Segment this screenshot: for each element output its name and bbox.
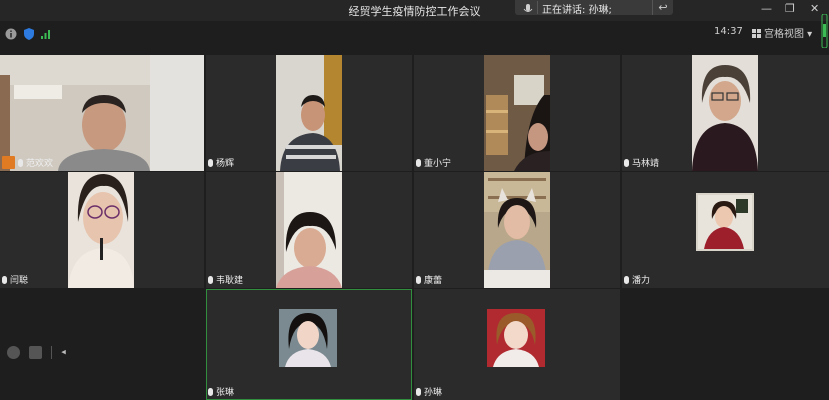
participant-tile[interactable]: 康蕾 (414, 172, 620, 288)
speaking-label: 正在讲话: 孙琳; (542, 5, 612, 16)
collapse-arrow-icon[interactable]: ◂ (61, 348, 66, 358)
signal-strength-icon[interactable] (40, 25, 52, 39)
video-feed (68, 172, 134, 288)
nameplate: 杨辉 (208, 156, 234, 170)
meeting-toolbar: 14:37 宫格视图 ▾ (0, 21, 829, 43)
collapse-icon[interactable]: ↩ (652, 0, 673, 15)
participant-tile[interactable]: 潘力 (622, 172, 829, 288)
microphone-icon (416, 388, 421, 396)
avatar (487, 309, 545, 367)
microphone-icon (208, 276, 213, 284)
participant-tile[interactable]: 马林靖 (622, 55, 829, 171)
nameplate: 康蕾 (416, 273, 442, 287)
microphone-muted-icon (2, 276, 7, 284)
participant-name: 范欢欢 (26, 159, 54, 169)
participant-tile[interactable]: 韦耿建 (206, 172, 412, 288)
meeting-clock: 14:37 (714, 26, 743, 37)
bottom-controls: ◂ (7, 342, 66, 361)
security-shield-icon[interactable] (23, 25, 35, 40)
gridview-label: 宫格视图 (764, 29, 804, 40)
participant-tile[interactable]: 范欢欢 (0, 55, 204, 171)
microphone-icon (208, 159, 213, 167)
close-icon[interactable]: ✕ (810, 2, 819, 15)
title-bar: 经贸学生疫情防控工作会议 正在讲话: 孙琳; ↩ — ❐ ✕ (0, 0, 829, 21)
participant-name: 闫聪 (10, 276, 29, 286)
scrollbar[interactable] (820, 13, 829, 49)
participant-name: 韦耿建 (216, 276, 244, 286)
nameplate: 马林靖 (624, 156, 659, 170)
video-feed (484, 55, 550, 171)
participant-tile[interactable]: 闫聪 (0, 172, 204, 288)
grid-icon (752, 29, 761, 38)
nameplate: 范欢欢 (2, 156, 53, 170)
nameplate: 潘力 (624, 273, 650, 287)
microphone-icon (18, 159, 23, 167)
emoji-icon[interactable] (7, 346, 20, 359)
participant-name: 孙琳 (424, 388, 443, 398)
participant-name: 康蕾 (424, 276, 443, 286)
video-feed (484, 172, 550, 288)
participant-name: 杨辉 (216, 159, 235, 169)
nameplate: 张琳 (208, 385, 234, 399)
video-feed (0, 55, 204, 171)
participant-tile[interactable]: 孙琳 (414, 289, 620, 400)
divider (51, 346, 53, 359)
microphone-muted-icon (416, 276, 421, 284)
participant-tile[interactable]: 张琳 (206, 289, 412, 400)
speaking-indicator: 正在讲话: 孙琳; ↩ (515, 0, 673, 16)
video-feed (692, 55, 758, 171)
video-feed (276, 172, 342, 288)
nameplate: 闫聪 (2, 273, 28, 287)
info-icon[interactable] (5, 25, 17, 40)
participant-name: 董小宁 (424, 159, 452, 169)
microphone-muted-icon (416, 159, 421, 167)
chat-icon[interactable] (29, 346, 43, 359)
microphone-icon (519, 1, 538, 14)
participant-tile[interactable]: 杨辉 (206, 55, 412, 171)
restore-icon[interactable]: ❐ (785, 2, 795, 15)
participant-tile[interactable]: 董小宁 (414, 55, 620, 171)
microphone-icon (624, 159, 629, 167)
video-feed (276, 55, 342, 171)
nameplate: 孙琳 (416, 385, 442, 399)
microphone-icon (208, 388, 213, 396)
nameplate: 韦耿建 (208, 273, 243, 287)
participant-name: 马林靖 (632, 159, 660, 169)
minimize-icon[interactable]: — (761, 2, 772, 15)
avatar (696, 193, 754, 251)
avatar (279, 309, 337, 367)
microphone-icon (624, 276, 629, 284)
window-title: 经贸学生疫情防控工作会议 (348, 5, 481, 18)
gridview-button[interactable]: 宫格视图 ▾ (752, 25, 812, 40)
host-badge-icon (2, 156, 15, 169)
participant-name: 张琳 (216, 388, 235, 398)
nameplate: 董小宁 (416, 156, 451, 170)
participant-name: 潘力 (632, 276, 651, 286)
